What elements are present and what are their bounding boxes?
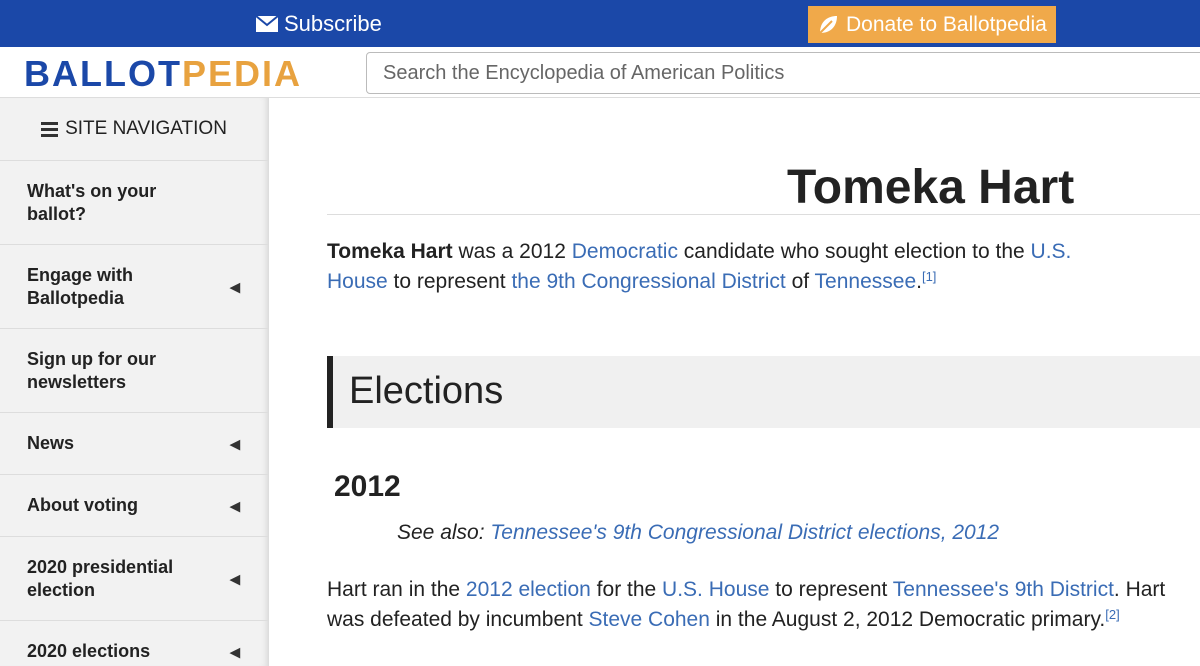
sidebar-item-label: Engage with Ballotpedia	[27, 264, 134, 308]
link-steve-cohen[interactable]: Steve Cohen	[589, 608, 710, 631]
section-heading-elections: Elections	[349, 370, 504, 412]
election-paragraph: Hart ran in the 2012 election for the U.…	[327, 575, 1187, 635]
top-bar: Subscribe Donate to Ballotpedia	[0, 0, 1200, 47]
title-divider	[327, 214, 1200, 215]
link-9th-district[interactable]: the 9th Congressional District	[511, 270, 785, 293]
sidebar-item-2020-presidential[interactable]: 2020 presidential election ◀	[0, 537, 268, 621]
link-2012-election[interactable]: 2012 election	[466, 578, 591, 601]
link-tennessee-9th[interactable]: Tennessee's 9th District	[893, 578, 1114, 601]
site-navigation-label: SITE NAVIGATION	[65, 118, 227, 139]
text: for the	[590, 578, 663, 601]
see-also: See also: Tennessee's 9th Congressional …	[397, 521, 999, 545]
logo-part-ballot: BALLOT	[24, 53, 182, 94]
search-input[interactable]	[366, 52, 1200, 94]
sidebar-item-newsletters[interactable]: Sign up for our newsletters	[0, 329, 268, 413]
header: BALLOTPEDIA	[0, 47, 1200, 98]
hamburger-icon	[41, 119, 59, 140]
sidebar-item-label: 2020 elections	[27, 641, 151, 661]
link-us-house-2[interactable]: U.S. House	[662, 578, 769, 601]
envelope-icon	[256, 16, 278, 32]
text: to represent	[387, 270, 512, 293]
text: Hart ran in the	[327, 578, 466, 601]
caret-left-icon: ◀	[230, 436, 240, 451]
text: was a 2012	[452, 240, 572, 263]
reference-link-1[interactable]: [1]	[922, 269, 936, 284]
caret-left-icon: ◀	[230, 644, 240, 659]
page-title: Tomeka Hart	[787, 161, 1075, 214]
text: candidate who sought election to the	[677, 240, 1031, 263]
sidebar-item-news[interactable]: News ◀	[0, 413, 268, 475]
reference-1: [1]	[922, 269, 936, 284]
caret-left-icon: ◀	[230, 279, 240, 294]
text: to represent	[769, 578, 893, 601]
subject-name: Tomeka Hart	[327, 240, 453, 263]
sidebar: SITE NAVIGATION What's on your ballot? E…	[0, 98, 269, 666]
sidebar-item-label: What's on your ballot?	[27, 180, 157, 224]
section-heading-bar: Elections	[327, 356, 1200, 428]
sidebar-item-engage[interactable]: Engage with Ballotpedia ◀	[0, 245, 268, 329]
year-heading: 2012	[334, 470, 401, 503]
link-democratic[interactable]: Democratic	[572, 240, 678, 263]
reference-link-2[interactable]: [2]	[1105, 607, 1119, 622]
donate-label: Donate to Ballotpedia	[846, 12, 1047, 36]
article-content: Tomeka Hart Tomeka Hart was a 2012 Democ…	[327, 98, 1200, 666]
site-navigation-toggle[interactable]: SITE NAVIGATION	[0, 98, 268, 161]
sidebar-item-label: News	[27, 433, 75, 453]
sidebar-item-whats-on-your-ballot[interactable]: What's on your ballot?	[0, 161, 268, 245]
ballotpedia-logo[interactable]: BALLOTPEDIA	[24, 53, 302, 95]
sidebar-item-label: About voting	[27, 495, 138, 515]
subscribe-link[interactable]: Subscribe	[256, 10, 382, 38]
see-also-link[interactable]: Tennessee's 9th Congressional District e…	[490, 521, 999, 544]
sidebar-item-about-voting[interactable]: About voting ◀	[0, 475, 268, 537]
leaf-icon	[819, 15, 837, 34]
intro-paragraph: Tomeka Hart was a 2012 Democratic candid…	[327, 237, 1127, 297]
see-also-label: See also:	[397, 521, 491, 544]
reference-2: [2]	[1105, 607, 1119, 622]
caret-left-icon: ◀	[230, 571, 240, 586]
sidebar-item-label: 2020 presidential election	[27, 556, 174, 600]
logo-part-pedia: PEDIA	[181, 53, 302, 94]
donate-button[interactable]: Donate to Ballotpedia	[808, 6, 1056, 43]
sidebar-item-2020-elections[interactable]: 2020 elections ◀	[0, 621, 268, 666]
text: of	[785, 270, 815, 293]
sidebar-item-label: Sign up for our newsletters	[27, 348, 156, 392]
text: in the August 2, 2012 Democratic primary…	[709, 608, 1106, 631]
caret-left-icon: ◀	[230, 498, 240, 513]
link-tennessee[interactable]: Tennessee	[815, 270, 917, 293]
subscribe-label: Subscribe	[284, 11, 382, 36]
